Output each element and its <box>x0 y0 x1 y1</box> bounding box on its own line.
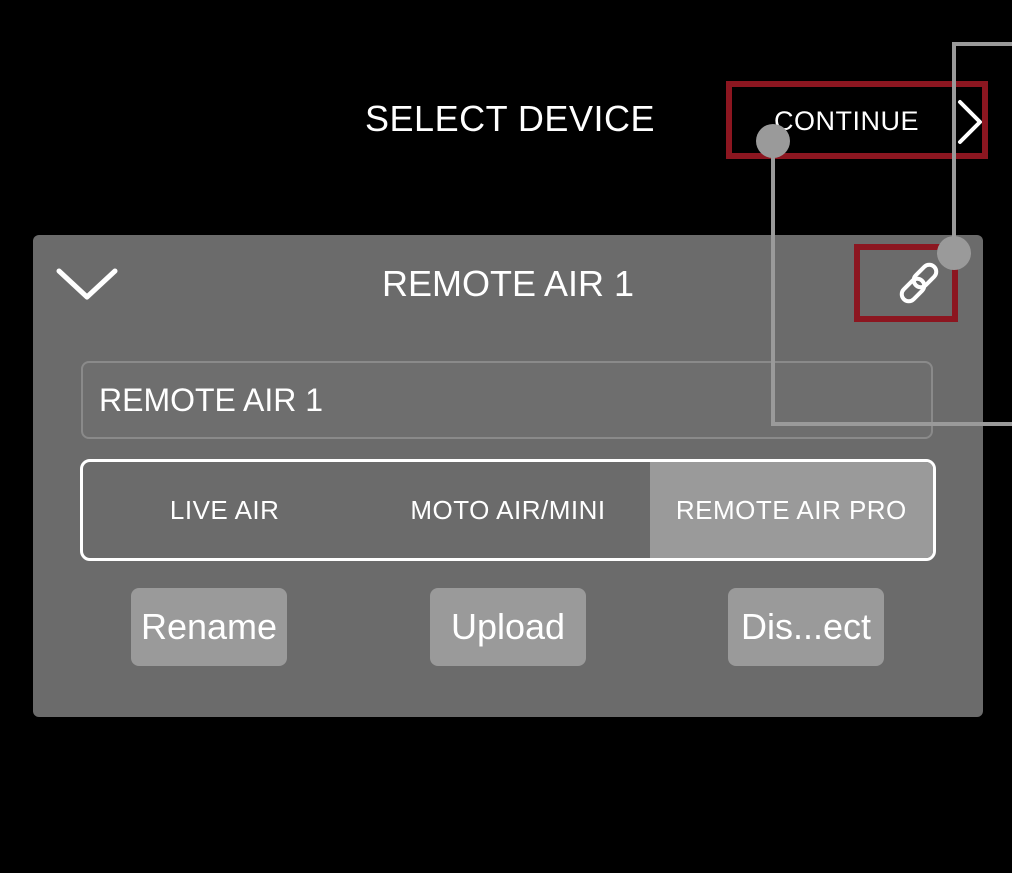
screen: SELECT DEVICE CONTINUE REMOTE AIR 1 LIVE… <box>0 0 1012 873</box>
device-type-selector: LIVE AIR MOTO AIR/MINI REMOTE AIR PRO <box>80 459 936 561</box>
callout-line <box>952 42 1012 46</box>
rename-button[interactable]: Rename <box>131 588 287 666</box>
callout-line <box>771 142 775 426</box>
segment-live-air[interactable]: LIVE AIR <box>83 462 366 558</box>
callout-marker <box>756 124 790 158</box>
panel-title: REMOTE AIR 1 <box>381 263 635 304</box>
upload-button[interactable]: Upload <box>430 588 586 666</box>
disconnect-button[interactable]: Dis...ect <box>728 588 884 666</box>
segment-remote-air-pro[interactable]: REMOTE AIR PRO <box>649 462 933 558</box>
device-name-field[interactable] <box>81 361 933 439</box>
callout-line <box>771 422 1012 426</box>
segment-moto-air-mini[interactable]: MOTO AIR/MINI <box>366 462 649 558</box>
callout-marker <box>937 236 971 270</box>
device-panel: REMOTE AIR 1 LIVE AIR MOTO AIR/MINI REMO… <box>33 235 983 717</box>
callout-line <box>952 42 956 254</box>
page-title: SELECT DEVICE <box>365 98 655 139</box>
